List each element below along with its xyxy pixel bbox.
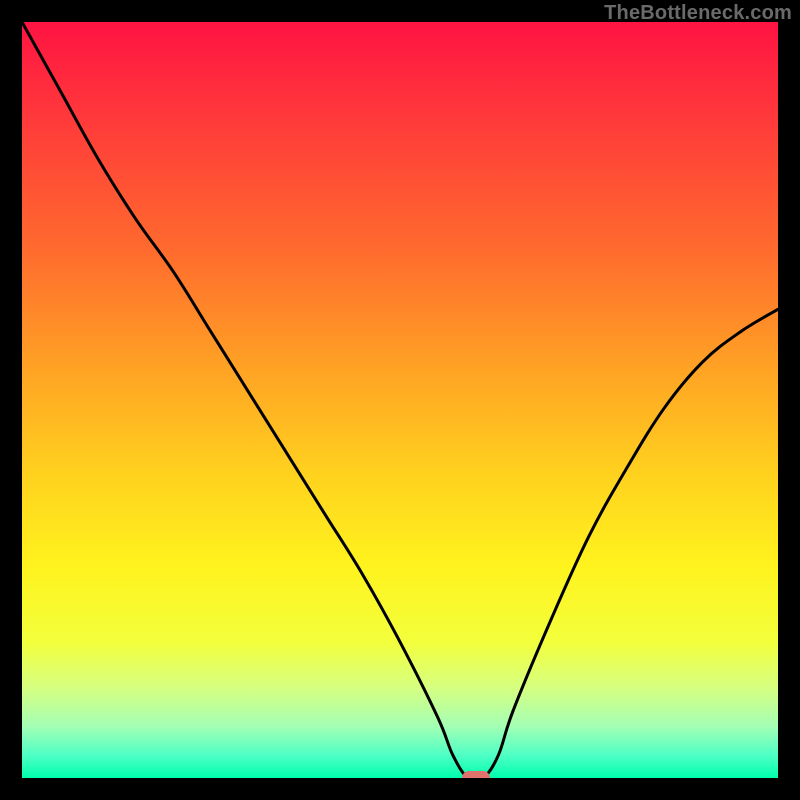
optimal-marker [462, 771, 490, 778]
watermark-text: TheBottleneck.com [604, 2, 792, 25]
bottleneck-curve [22, 22, 778, 778]
chart-stage: TheBottleneck.com [0, 0, 800, 800]
plot-area [22, 22, 778, 778]
